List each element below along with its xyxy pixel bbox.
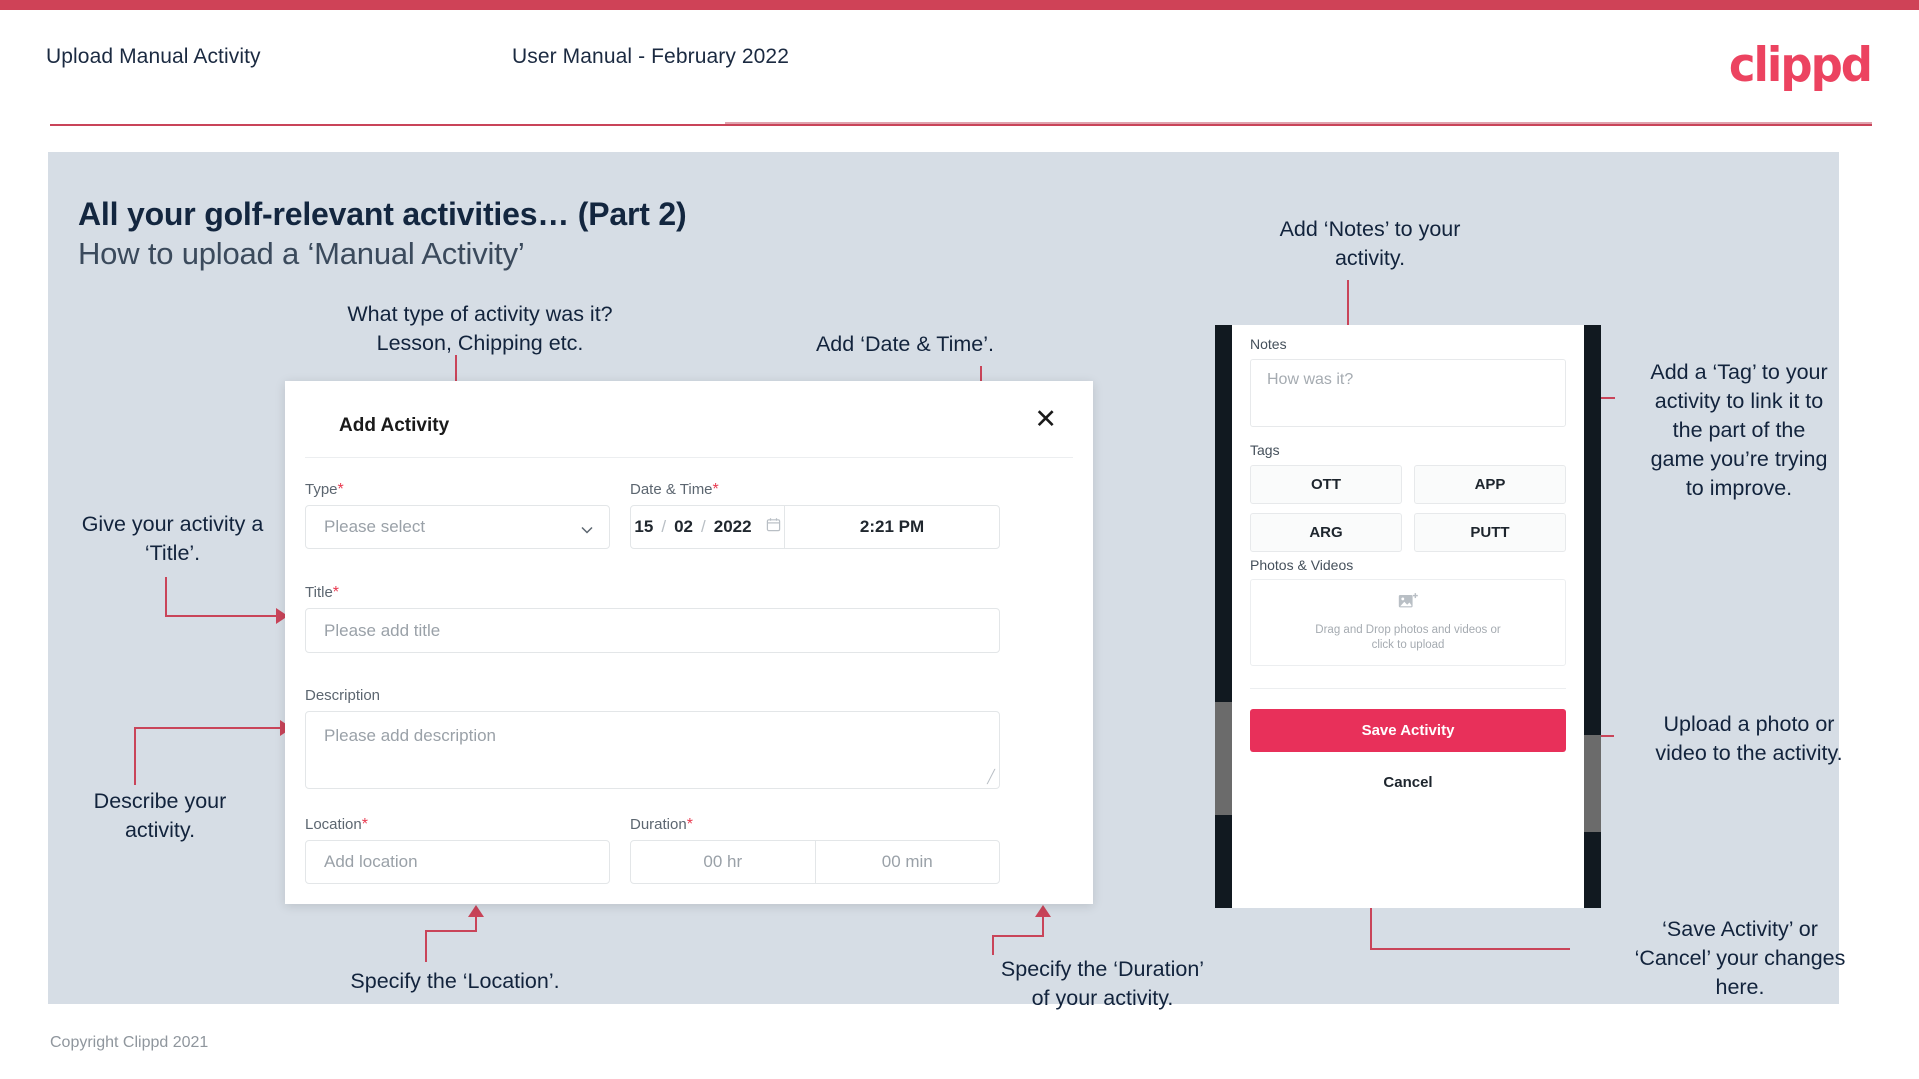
add-activity-dialog: Add Activity ✕ Type* Please select Date … [285, 381, 1093, 904]
datetime-label-text: Date & Time [630, 481, 713, 498]
title-input[interactable]: Please add title [305, 608, 1000, 653]
slide-root: Upload Manual Activity User Manual - Feb… [0, 0, 1919, 1079]
title-label-text: Title [305, 584, 333, 601]
location-label-text: Location [305, 816, 362, 833]
photo-dropzone[interactable]: Drag and Drop photos and videos or click… [1250, 579, 1566, 666]
arrowhead-location [468, 905, 484, 917]
header-divider [50, 124, 1872, 126]
slide-heading: All your golf-relevant activities… (Part… [78, 196, 687, 232]
tags-label: Tags [1250, 442, 1280, 458]
phone-bezel-left [1215, 325, 1232, 908]
description-textarea[interactable]: Please add description ╱ [305, 711, 1000, 789]
title-label: Title* [305, 584, 339, 602]
save-activity-button[interactable]: Save Activity [1250, 709, 1566, 752]
tag-button-ott[interactable]: OTT [1250, 465, 1402, 504]
required-marker: * [337, 481, 344, 498]
required-marker: * [686, 816, 693, 833]
phone-divider [1250, 688, 1566, 689]
leader-line-title-h [165, 615, 278, 617]
slide-subheading: How to upload a ‘Manual Activity’ [78, 236, 525, 271]
duration-minutes-input[interactable]: 00 min [816, 841, 1000, 883]
phone-volume-button [1215, 702, 1232, 815]
datetime-field[interactable]: 15 / 02 / 2022 2:21 PM [630, 505, 1000, 549]
clippd-logo: clippd [1728, 36, 1873, 93]
date-year: 2022 [713, 517, 752, 536]
description-placeholder: Please add description [324, 726, 497, 745]
close-icon[interactable]: ✕ [1034, 406, 1057, 433]
annotation-duration: Specify the ‘Duration’ of your activity. [1000, 957, 1205, 1010]
notes-textarea[interactable]: How was it? [1250, 359, 1566, 427]
add-image-icon [1398, 592, 1419, 616]
footer-copyright: Copyright Clippd 2021 [50, 1034, 209, 1051]
dialog-divider [305, 457, 1073, 458]
date-input[interactable]: 15 / 02 / 2022 [631, 506, 785, 548]
required-marker: * [361, 816, 368, 833]
date-sep-1: / [661, 517, 667, 536]
header-divider-light [725, 122, 1872, 124]
annotation-type: What type of activity was it? Lesson, Ch… [347, 302, 613, 355]
leader-line-loc-v1 [425, 930, 427, 962]
date-month: 02 [674, 517, 693, 536]
dropzone-line-1: Drag and Drop photos and videos or [1315, 624, 1501, 636]
annotation-location: Specify the ‘Location’. [350, 969, 560, 993]
cancel-button[interactable]: Cancel [1250, 765, 1566, 799]
phone-screen: Notes How was it? Tags OTT APP ARG PUTT … [1232, 325, 1584, 908]
leader-line-title-v [165, 577, 167, 617]
notes-placeholder: How was it? [1267, 371, 1354, 388]
annotation-upload: Upload a photo or video to the activity. [1655, 712, 1843, 765]
duration-label: Duration* [630, 816, 693, 834]
type-select[interactable]: Please select [305, 505, 610, 549]
annotation-datetime: Add ‘Date & Time’. [815, 332, 995, 356]
phone-power-button [1584, 735, 1601, 832]
type-label-text: Type [305, 481, 338, 498]
annotation-title: Give your activity a ‘Title’. [81, 512, 264, 565]
duration-label-text: Duration [630, 816, 687, 833]
location-input[interactable]: Add location [305, 840, 610, 884]
arrowhead-duration [1035, 905, 1051, 917]
annotation-description: Describe your activity. [93, 789, 227, 842]
dropzone-text: Drag and Drop photos and videos or click… [1315, 623, 1500, 653]
leader-line-loc-h [425, 930, 477, 932]
leader-line-dur-v1 [992, 935, 994, 955]
description-label: Description [305, 687, 381, 704]
leader-line-desc-v [134, 727, 136, 785]
photos-videos-label: Photos & Videos [1250, 557, 1354, 573]
duration-field[interactable]: 00 hr 00 min [630, 840, 1000, 884]
calendar-icon[interactable] [766, 517, 781, 537]
type-label: Type* [305, 481, 344, 499]
annotation-notes: Add ‘Notes’ to your activity. [1279, 217, 1461, 270]
leader-line-dur-h [992, 935, 1044, 937]
required-marker: * [332, 584, 340, 601]
phone-mockup: Notes How was it? Tags OTT APP ARG PUTT … [1215, 325, 1601, 908]
dialog-title: Add Activity [339, 415, 450, 436]
datetime-label: Date & Time* [630, 481, 719, 499]
tag-button-app[interactable]: APP [1414, 465, 1566, 504]
time-input[interactable]: 2:21 PM [785, 506, 999, 548]
duration-hours-input[interactable]: 00 hr [631, 841, 816, 883]
tag-button-putt[interactable]: PUTT [1414, 513, 1566, 552]
resize-grip-icon[interactable]: ╱ [987, 770, 995, 785]
page-title: Upload Manual Activity [46, 45, 261, 68]
notes-label: Notes [1250, 336, 1287, 352]
top-accent-bar [0, 0, 1919, 10]
type-placeholder: Please select [324, 517, 426, 536]
leader-line-desc-h [134, 727, 282, 729]
leader-line-save-h [1370, 948, 1570, 950]
chevron-down-icon [581, 521, 593, 534]
required-marker: * [712, 481, 719, 498]
date-sep-2: / [701, 517, 706, 536]
leader-line-loc-v2 [475, 917, 477, 932]
dropzone-line-2: click to upload [1371, 639, 1445, 651]
title-placeholder: Please add title [324, 620, 441, 640]
date-day: 15 [634, 517, 654, 536]
location-label: Location* [305, 816, 368, 834]
leader-line-dur-v2 [1042, 917, 1044, 937]
page-subtitle: User Manual - February 2022 [512, 45, 789, 68]
tag-button-arg[interactable]: ARG [1250, 513, 1402, 552]
annotation-tags: Add a ‘Tag’ to your activity to link it … [1650, 360, 1828, 500]
annotation-save: ‘Save Activity’ or ‘Cancel’ your changes… [1634, 917, 1846, 999]
location-placeholder: Add location [324, 852, 418, 871]
